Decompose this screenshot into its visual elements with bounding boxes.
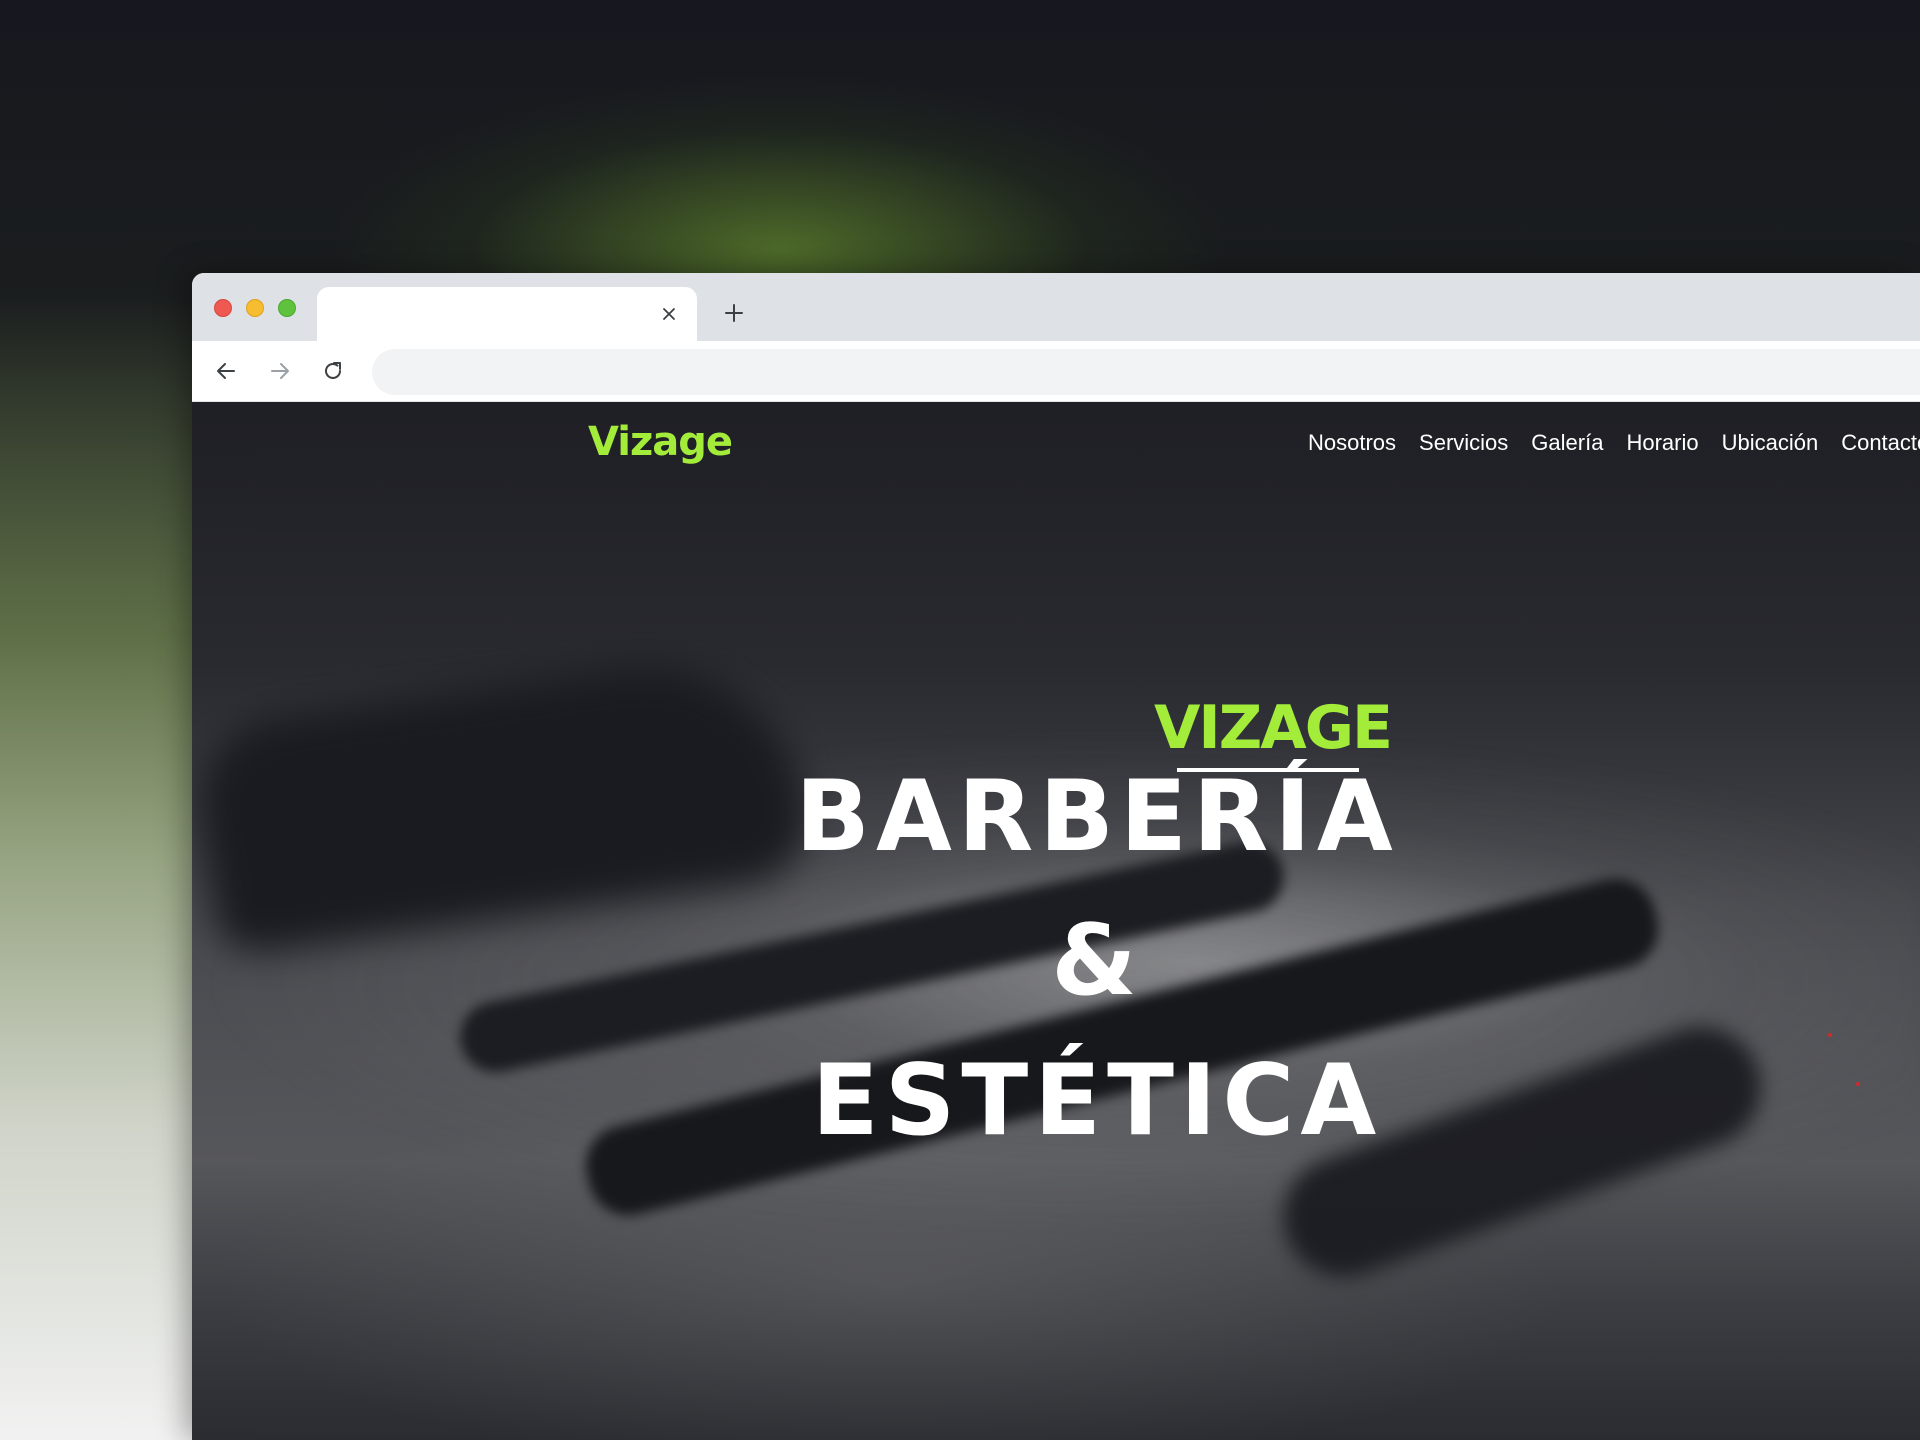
hero-title-line-2: & (1051, 904, 1143, 1018)
nav-link-ubicacion[interactable]: Ubicación (1722, 430, 1819, 456)
browser-window: Vizage Nosotros Servicios Galería Horari… (192, 273, 1920, 1440)
nav-link-servicios[interactable]: Servicios (1419, 430, 1508, 456)
hero-title-line-1: BARBERÍA (795, 760, 1399, 874)
arrow-left-icon[interactable] (209, 354, 243, 388)
window-minimize-button[interactable] (246, 299, 264, 317)
close-icon[interactable] (655, 300, 683, 328)
tab-bar (192, 273, 1920, 341)
hero-title-line-3: ESTÉTICA (811, 1044, 1383, 1158)
nav-link-horario[interactable]: Horario (1626, 430, 1698, 456)
window-maximize-button[interactable] (278, 299, 296, 317)
nav-link-nosotros[interactable]: Nosotros (1308, 430, 1396, 456)
nav-link-contacto[interactable]: Contacto (1841, 430, 1920, 456)
browser-tab[interactable] (317, 287, 697, 341)
browser-toolbar (192, 341, 1920, 402)
nav-link-galeria[interactable]: Galería (1531, 430, 1603, 456)
window-close-button[interactable] (214, 299, 232, 317)
hero-kicker: VIZAGE (1154, 693, 1393, 763)
decorative-dot (1856, 1082, 1860, 1086)
address-bar[interactable] (372, 349, 1920, 395)
arrow-right-icon[interactable] (263, 354, 297, 388)
reload-icon[interactable] (316, 354, 350, 388)
web-page: Vizage Nosotros Servicios Galería Horari… (192, 402, 1920, 1440)
site-logo[interactable]: Vizage (588, 419, 733, 465)
plus-icon[interactable] (718, 297, 750, 329)
site-nav: Nosotros Servicios Galería Horario Ubica… (1308, 430, 1920, 456)
decorative-dot (1828, 1033, 1832, 1037)
